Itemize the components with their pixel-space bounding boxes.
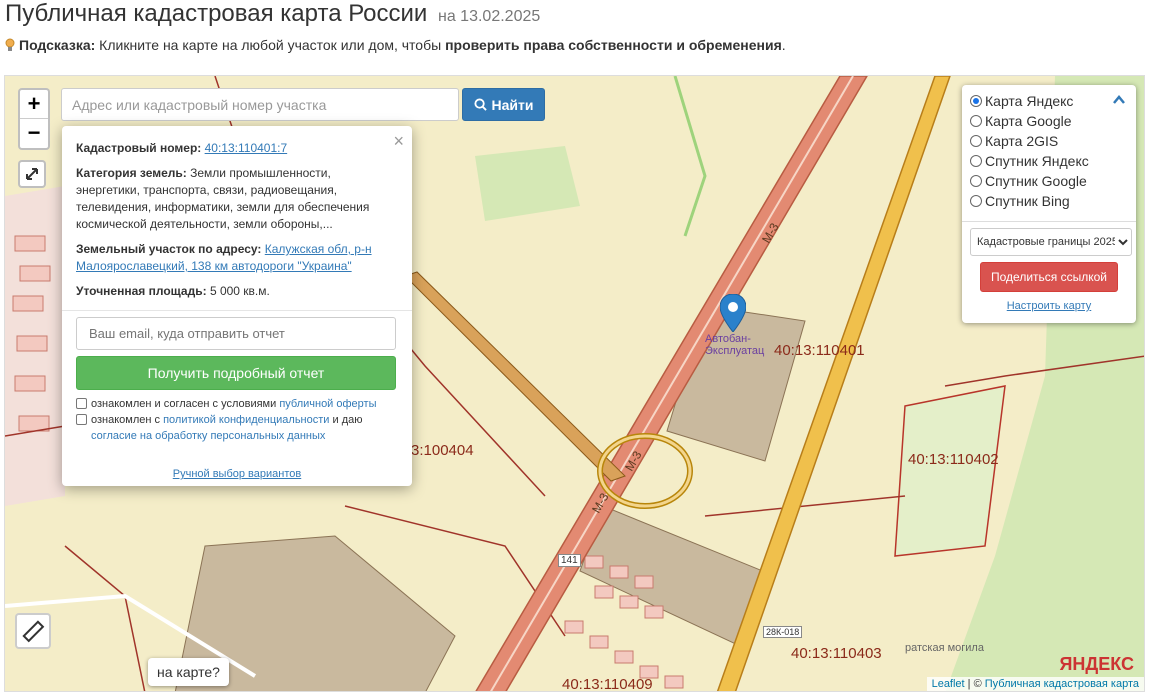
poi-grave: ратская могила <box>905 642 984 654</box>
hint-label: Подсказка: <box>19 37 96 53</box>
leaflet-link[interactable]: Leaflet <box>932 678 965 690</box>
layer-radio-3[interactable] <box>970 155 982 167</box>
agree-privacy-row: ознакомлен с политикой конфиденциальност… <box>76 412 398 444</box>
attribution-sep: | © <box>964 678 985 690</box>
agree-privacy-text: ознакомлен с <box>91 414 164 426</box>
layer-label-5: Спутник Bing <box>985 193 1070 209</box>
manual-select-link[interactable]: Ручной выбор вариантов <box>173 468 301 480</box>
personal-data-link[interactable]: согласие на обработку персональных данны… <box>91 430 325 442</box>
layer-radio-2[interactable] <box>970 135 982 147</box>
privacy-policy-link[interactable]: политикой конфиденциальности <box>163 414 329 426</box>
cadastral-map-link[interactable]: Публичная кадастровая карта <box>985 678 1139 690</box>
privacy-checkbox[interactable] <box>76 414 87 425</box>
popup-close-button[interactable]: × <box>393 131 404 152</box>
search-button-label: Найти <box>491 96 534 113</box>
layer-option-3[interactable]: Спутник Яндекс <box>970 151 1128 171</box>
hint-bold: проверить права собственности и обремене… <box>445 37 782 53</box>
configure-map: Настроить карту <box>970 300 1128 312</box>
address-label: Земельный участок по адресу: <box>76 242 262 256</box>
address-row: Земельный участок по адресу: Калужская о… <box>76 241 398 275</box>
share-link-button[interactable]: Поделиться ссылкой <box>980 262 1118 292</box>
agree-privacy-mid: и даю <box>329 414 363 426</box>
search-icon <box>473 98 487 111</box>
map-canvas[interactable]: + − Найти 40:13:110401 3:100404 40:13:11… <box>4 75 1145 692</box>
help-tooltip[interactable]: на карте? <box>148 658 229 686</box>
layer-label-2: Карта 2GIS <box>985 133 1059 149</box>
manual-select: Ручной выбор вариантов <box>76 468 398 480</box>
land-category-row: Категория земель: Земли промышленности, … <box>76 165 398 233</box>
yandex-logo: ЯНДЕКС <box>1059 654 1134 674</box>
layer-label-0: Карта Яндекс <box>985 93 1074 109</box>
layer-option-1[interactable]: Карта Google <box>970 111 1128 131</box>
cadastral-number-row: Кадастровый номер: 40:13:110401:7 <box>76 140 398 157</box>
parcel-label-110403: 40:13:110403 <box>791 645 882 662</box>
layer-label-3: Спутник Яндекс <box>985 153 1089 169</box>
poi-autobahn: Автобан-Эксплуатац <box>705 333 765 357</box>
layer-radio-0[interactable] <box>970 95 982 107</box>
page-header: Публичная кадастровая карта России на 13… <box>0 0 1150 75</box>
road-number-28k: 28К-018 <box>763 626 803 638</box>
zoom-in-button[interactable]: + <box>20 90 48 119</box>
ruler-button[interactable] <box>15 613 51 649</box>
layer-radio-5[interactable] <box>970 195 982 207</box>
zoom-out-button[interactable]: − <box>20 119 48 148</box>
layer-radio-1[interactable] <box>970 115 982 127</box>
public-offer-link[interactable]: публичной оферты <box>279 398 376 410</box>
popup-divider <box>62 310 412 311</box>
layers-divider <box>962 221 1136 222</box>
parcel-label-110401: 40:13:110401 <box>774 342 865 359</box>
layer-radio-4[interactable] <box>970 175 982 187</box>
get-report-button[interactable]: Получить подробный отчет <box>76 356 396 390</box>
hint-end: . <box>781 37 786 53</box>
lightbulb-icon <box>5 38 15 51</box>
layer-switcher: Карта Яндекс Карта Google Карта 2GIS Спу… <box>962 85 1136 323</box>
page-title-text: Публичная кадастровая карта России <box>5 0 428 27</box>
layer-label-4: Спутник Google <box>985 173 1087 189</box>
page-date: на 13.02.2025 <box>438 8 541 25</box>
map-marker-icon[interactable] <box>720 294 746 332</box>
map-attribution: Leaflet | © Публичная кадастровая карта <box>926 677 1144 691</box>
hint-text: Кликните на карте на любой участок или д… <box>95 37 446 53</box>
layer-label-1: Карта Google <box>985 113 1072 129</box>
agree-offer-row: ознакомлен и согласен с условиями публич… <box>76 396 398 412</box>
overlay-select[interactable]: Кадастровые границы 2025 <box>970 228 1132 256</box>
expand-icon <box>26 168 38 180</box>
chevron-up-icon[interactable] <box>1112 93 1126 107</box>
parcel-label-110404: 3:100404 <box>411 442 474 459</box>
ruler-icon <box>22 620 45 643</box>
offer-checkbox[interactable] <box>76 398 87 409</box>
area-value: 5 000 кв.м. <box>209 284 270 298</box>
layer-option-2[interactable]: Карта 2GIS <box>970 131 1128 151</box>
fullscreen-button[interactable] <box>18 160 46 188</box>
parcel-label-110402: 40:13:110402 <box>908 451 999 468</box>
layer-option-5[interactable]: Спутник Bing <box>970 191 1128 211</box>
configure-map-link[interactable]: Настроить карту <box>1007 300 1092 312</box>
email-field[interactable] <box>76 317 396 350</box>
zoom-control: + − <box>18 88 50 150</box>
cadastral-link[interactable]: 40:13:110401:7 <box>205 141 288 155</box>
area-row: Уточненная площадь: 5 000 кв.м. <box>76 283 398 300</box>
parcel-label-110409: 40:13:110409 <box>562 676 653 692</box>
parcel-popup: × Кадастровый номер: 40:13:110401:7 Кате… <box>62 126 412 486</box>
agree-offer-text: ознакомлен и согласен с условиями <box>91 398 280 410</box>
layer-option-0[interactable]: Карта Яндекс <box>970 91 1128 111</box>
search-input[interactable] <box>61 88 459 121</box>
road-number-141: 141 <box>558 554 581 567</box>
area-label: Уточненная площадь: <box>76 284 207 298</box>
cadastral-label: Кадастровый номер: <box>76 141 202 155</box>
page-title: Публичная кадастровая карта России на 13… <box>5 0 540 28</box>
layer-option-4[interactable]: Спутник Google <box>970 171 1128 191</box>
hint-line: Подсказка: Кликните на карте на любой уч… <box>5 37 786 53</box>
category-label: Категория земель: <box>76 166 187 180</box>
search-button[interactable]: Найти <box>462 88 545 121</box>
